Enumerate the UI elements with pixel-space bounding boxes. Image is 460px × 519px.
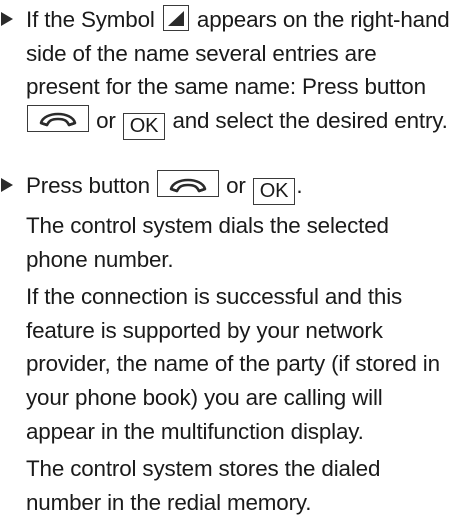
step-2-press-text: Press button bbox=[26, 173, 150, 198]
connection-paragraph-line-1: If the connection is successful and this bbox=[26, 284, 403, 310]
connection-paragraph-line-3: provider, the name of the party (if stor… bbox=[26, 351, 440, 377]
corner-triangle-symbol-icon bbox=[162, 5, 189, 31]
step-2-or-text: or bbox=[226, 173, 246, 198]
phone-key-button bbox=[157, 170, 219, 197]
ok-key-button: OK bbox=[252, 178, 296, 205]
phone-handset-icon bbox=[169, 178, 207, 192]
connection-paragraph-line-2: feature is supported by your network bbox=[26, 317, 383, 343]
triangle-bullet-icon bbox=[1, 178, 13, 192]
redial-paragraph-line-2: number in the redial memory. bbox=[26, 489, 312, 515]
ok-key-button: OK bbox=[122, 112, 166, 140]
instruction-step-2: Press button or OK. The control system d… bbox=[0, 169, 440, 519]
instruction-step-1: If the Symbol appears on the right-hand … bbox=[0, 3, 450, 140]
redial-paragraph-line-1: The control system stores the dialed bbox=[26, 456, 381, 482]
dial-paragraph-line-2: phone number. bbox=[26, 246, 174, 272]
step-1-line-1: If the Symbol appears on the right-hand bbox=[26, 3, 450, 37]
step-1-select-text: and select the desired entry. bbox=[172, 107, 448, 133]
step-1-line-3: present for the same name: Press button bbox=[26, 74, 426, 100]
step-1-text-symbol-outro: appears on the right-hand bbox=[196, 7, 450, 32]
step-1-line-4: or OK and select the desired entry. bbox=[26, 104, 450, 140]
connection-paragraph-line-4: your phone book) you are calling will bbox=[26, 384, 383, 410]
step-2-line-1: Press button or OK. bbox=[26, 169, 440, 205]
step-1-line-2: side of the name several entries are bbox=[26, 40, 377, 66]
step-1-or-text: or bbox=[96, 107, 116, 133]
phone-key-button bbox=[27, 104, 89, 132]
connection-paragraph-line-5: appear in the multifunction display. bbox=[26, 418, 364, 444]
step-2-connection-paragraph: If the connection is successful and this… bbox=[26, 280, 440, 448]
instruction-page: If the Symbol appears on the right-hand … bbox=[0, 0, 460, 515]
step-2-dial-paragraph: The control system dials the selected ph… bbox=[26, 209, 440, 276]
step-2-redial-paragraph: The control system stores the dialed num… bbox=[26, 452, 440, 519]
phone-handset-icon bbox=[39, 112, 77, 127]
triangle-bullet-icon bbox=[1, 12, 13, 26]
step-2-period: . bbox=[296, 173, 303, 198]
dial-paragraph-line-1: The control system dials the selected bbox=[26, 213, 389, 238]
step-1-text-symbol-intro: If the Symbol bbox=[26, 7, 155, 32]
